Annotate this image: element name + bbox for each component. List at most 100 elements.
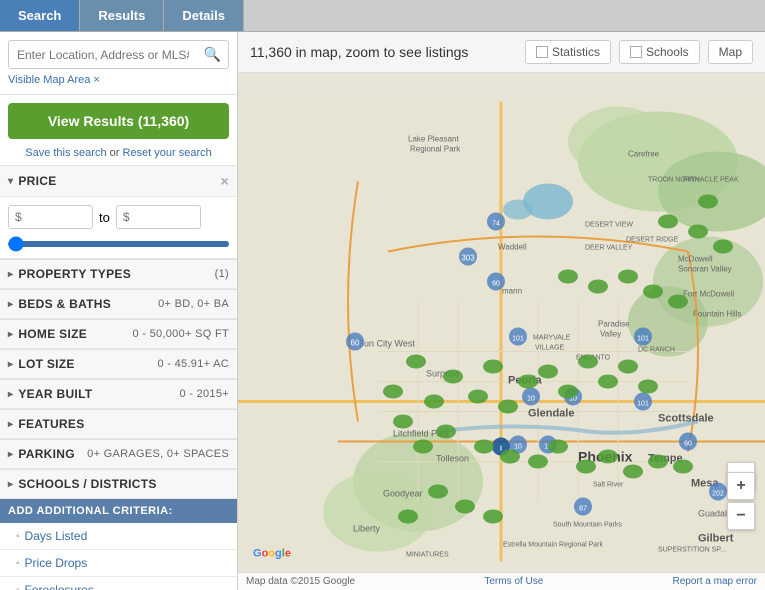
schools-districts-header[interactable]: ▸ SCHOOLS / DISTRICTS xyxy=(0,470,237,499)
price-to-label: to xyxy=(99,210,110,225)
map-view-button[interactable]: Map xyxy=(708,40,753,64)
price-inputs-row: to xyxy=(8,205,229,229)
beds-baths-header[interactable]: ▸ BEDS & BATHS 0+ bd, 0+ ba xyxy=(0,290,237,319)
home-size-range: 0 - 50,000+ sq ft xyxy=(132,328,229,340)
svg-text:202: 202 xyxy=(712,491,724,498)
visible-map-label: Visible Map Area xyxy=(8,74,90,86)
home-size-section: ▸ HOME SIZE 0 - 50,000+ sq ft xyxy=(0,319,237,349)
home-size-arrow-icon: ▸ xyxy=(8,329,13,340)
svg-text:Scottsdale: Scottsdale xyxy=(658,413,714,425)
features-header[interactable]: ▸ FEATURES xyxy=(0,410,237,439)
svg-text:MARYVALE: MARYVALE xyxy=(533,335,571,342)
svg-text:60: 60 xyxy=(684,441,692,448)
price-min-input[interactable] xyxy=(8,205,93,229)
map-background: Sun City West Surprise Litchfield Park T… xyxy=(238,73,765,590)
tab-results[interactable]: Results xyxy=(80,0,164,31)
or-text: or xyxy=(110,147,123,159)
map-header-controls: Statistics Schools Map xyxy=(525,40,753,64)
beds-baths-section: ▸ BEDS & BATHS 0+ bd, 0+ ba xyxy=(0,289,237,319)
parking-label: PARKING xyxy=(18,447,75,461)
statistics-label: Statistics xyxy=(552,45,600,59)
features-arrow-icon: ▸ xyxy=(8,419,13,430)
parking-section: ▸ PARKING 0+ garages, 0+ spaces xyxy=(0,439,237,469)
parking-range: 0+ garages, 0+ spaces xyxy=(87,448,229,460)
statistics-toggle-button[interactable]: Statistics xyxy=(525,40,611,64)
svg-text:MINIATURES: MINIATURES xyxy=(406,552,449,559)
price-close-icon[interactable]: × xyxy=(221,173,229,189)
svg-text:74: 74 xyxy=(492,221,500,228)
bullet-icon: ◦ xyxy=(16,531,20,542)
svg-text:Sonoran Valley: Sonoran Valley xyxy=(678,265,732,274)
schools-districts-arrow-icon: ▸ xyxy=(8,479,13,490)
price-label: PRICE xyxy=(18,174,56,188)
svg-text:VILLAGE: VILLAGE xyxy=(535,345,565,352)
reset-search-link[interactable]: Reset your search xyxy=(122,147,211,159)
zoom-out-button[interactable]: − xyxy=(727,502,755,530)
schools-districts-section: ▸ SCHOOLS / DISTRICTS xyxy=(0,469,237,499)
view-results-button[interactable]: View Results (11,360) xyxy=(8,103,229,139)
features-section: ▸ FEATURES xyxy=(0,409,237,439)
schools-toggle-button[interactable]: Schools xyxy=(619,40,700,64)
svg-text:10: 10 xyxy=(527,396,535,403)
home-size-header[interactable]: ▸ HOME SIZE 0 - 50,000+ sq ft xyxy=(0,320,237,349)
criteria-label: Days Listed xyxy=(25,529,88,543)
svg-text:101: 101 xyxy=(512,336,524,343)
year-built-range: 0 - 2015+ xyxy=(180,388,230,400)
beds-baths-label: BEDS & BATHS xyxy=(18,297,111,311)
left-panel: 🔍 Visible Map Area × View Results (11,36… xyxy=(0,32,238,590)
beds-baths-arrow-icon: ▸ xyxy=(8,299,13,310)
svg-text:DC RANCH: DC RANCH xyxy=(638,347,675,354)
lot-size-range: 0 - 45.91+ ac xyxy=(158,358,229,370)
tab-details[interactable]: Details xyxy=(164,0,244,31)
schools-checkbox-icon xyxy=(630,46,642,58)
svg-text:DESERT RIDGE: DESERT RIDGE xyxy=(626,237,679,244)
svg-text:Estrella Mountain Regional Par: Estrella Mountain Regional Park xyxy=(503,542,603,549)
parking-header[interactable]: ▸ PARKING 0+ garages, 0+ spaces xyxy=(0,440,237,469)
visible-map-close-icon[interactable]: × xyxy=(93,74,99,86)
lot-size-section: ▸ LOT SIZE 0 - 45.91+ ac xyxy=(0,349,237,379)
terms-of-use-link[interactable]: Terms of Use xyxy=(484,576,543,587)
price-filter-section: ▾ PRICE × to xyxy=(0,165,237,259)
map-zoom-controls: + − xyxy=(727,472,755,530)
lot-size-header[interactable]: ▸ LOT SIZE 0 - 45.91+ ac xyxy=(0,350,237,379)
criteria-item-days-listed[interactable]: ◦ Days Listed xyxy=(0,523,237,550)
criteria-item-price-drops[interactable]: ◦ Price Drops xyxy=(0,550,237,577)
property-types-section: ▸ PROPERTY TYPES (1) xyxy=(0,259,237,289)
criteria-label: Foreclosures xyxy=(25,583,94,590)
visible-map-link[interactable]: Visible Map Area × xyxy=(8,74,100,86)
map-container[interactable]: Sun City West Surprise Litchfield Park T… xyxy=(238,73,765,590)
report-map-error-link[interactable]: Report a map error xyxy=(673,576,757,587)
svg-text:Waddell: Waddell xyxy=(498,243,527,252)
zoom-in-button[interactable]: + xyxy=(727,472,755,500)
price-range-slider[interactable] xyxy=(8,241,229,247)
svg-text:101: 101 xyxy=(637,401,649,408)
year-built-header[interactable]: ▸ YEAR BUILT 0 - 2015+ xyxy=(0,380,237,409)
tab-search[interactable]: Search xyxy=(0,0,80,31)
svg-text:60: 60 xyxy=(351,339,360,348)
svg-text:mann: mann xyxy=(502,287,522,296)
features-label: FEATURES xyxy=(18,417,84,431)
criteria-item-foreclosures[interactable]: ◦ Foreclosures xyxy=(0,577,237,590)
price-max-input[interactable] xyxy=(116,205,201,229)
svg-text:Lake Pleasant: Lake Pleasant xyxy=(408,135,459,144)
right-panel: 11,360 in map, zoom to see listings Stat… xyxy=(238,32,765,590)
save-search-link[interactable]: Save this search xyxy=(25,147,106,159)
svg-text:DESERT VIEW: DESERT VIEW xyxy=(585,222,633,229)
svg-text:DEER VALLEY: DEER VALLEY xyxy=(585,245,633,252)
property-types-header[interactable]: ▸ PROPERTY TYPES (1) xyxy=(0,260,237,289)
year-built-arrow-icon: ▸ xyxy=(8,389,13,400)
bullet-icon: ◦ xyxy=(16,585,20,590)
search-input-wrap: 🔍 xyxy=(8,40,229,69)
svg-text:Paradise: Paradise xyxy=(598,320,630,329)
svg-text:SUPERSTITION SP...: SUPERSTITION SP... xyxy=(658,547,726,554)
search-submit-button[interactable]: 🔍 xyxy=(197,41,228,68)
additional-criteria-label: ADD ADDITIONAL CRITERIA: xyxy=(8,505,173,517)
svg-text:Goodyear: Goodyear xyxy=(383,489,423,499)
svg-text:I: I xyxy=(500,446,502,453)
property-types-arrow-icon: ▸ xyxy=(8,269,13,280)
price-filter-header[interactable]: ▾ PRICE × xyxy=(0,166,237,197)
svg-text:Valley: Valley xyxy=(600,330,621,339)
search-input[interactable] xyxy=(9,43,197,67)
search-bar-area: 🔍 Visible Map Area × xyxy=(0,32,237,95)
svg-text:Regional Park: Regional Park xyxy=(410,145,461,154)
